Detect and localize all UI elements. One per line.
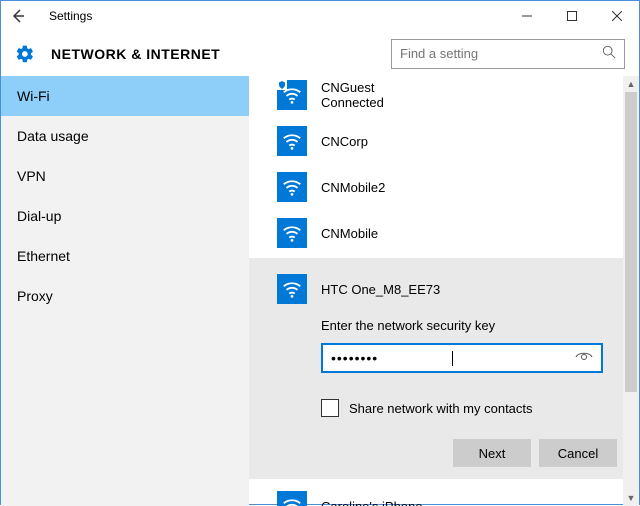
password-prompt: Enter the network security key (321, 318, 617, 333)
wifi-network-item[interactable]: CNCorp (277, 120, 629, 162)
wifi-network-item-selected[interactable]: HTC One_M8_EE73 (277, 268, 617, 310)
wifi-ssid-text: CNCorp (321, 134, 368, 149)
wifi-network-item[interactable]: CNMobile2 (277, 166, 629, 208)
wifi-network-item[interactable]: CNMobile (277, 212, 629, 254)
sidebar-item-label: Dial-up (17, 208, 61, 224)
wifi-signal-icon (277, 274, 307, 304)
settings-gear-icon (15, 44, 35, 64)
header: NETWORK & INTERNET (1, 31, 639, 76)
next-button[interactable]: Next (453, 439, 531, 467)
scrollbar-thumb[interactable] (625, 92, 637, 392)
minimize-icon (522, 11, 532, 21)
back-button[interactable] (1, 1, 35, 31)
wifi-network-item[interactable]: CNGuest Connected (277, 76, 629, 116)
reveal-password-icon[interactable] (575, 350, 593, 366)
secured-shield-icon (277, 80, 287, 90)
connect-panel: HTC One_M8_EE73 Enter the network securi… (249, 258, 629, 479)
main-panel: CNGuest Connected CNCorp CNMobile2 (249, 76, 639, 506)
wifi-ssid-text: CNMobile (321, 226, 378, 241)
share-checkbox-label: Share network with my contacts (349, 401, 533, 416)
minimize-button[interactable] (504, 1, 549, 31)
sidebar: Wi-Fi Data usage VPN Dial-up Ethernet Pr… (1, 76, 249, 506)
back-arrow-icon (10, 8, 26, 24)
wifi-ssid: CNGuest Connected (321, 80, 384, 110)
maximize-icon (567, 11, 577, 21)
wifi-signal-icon (277, 172, 307, 202)
wifi-status-text: Connected (321, 95, 384, 110)
sidebar-item-label: Ethernet (17, 248, 70, 264)
password-field[interactable]: •••••••• (321, 343, 603, 373)
sidebar-item-data-usage[interactable]: Data usage (1, 116, 249, 156)
sidebar-item-label: Proxy (17, 288, 53, 304)
sidebar-item-label: Data usage (17, 128, 89, 144)
scroll-down-arrow-icon[interactable]: ▼ (623, 490, 639, 506)
section-title: NETWORK & INTERNET (51, 46, 220, 62)
sidebar-item-label: Wi-Fi (17, 88, 50, 104)
search-icon (602, 45, 616, 62)
search-box[interactable] (391, 39, 625, 69)
sidebar-item-dialup[interactable]: Dial-up (1, 196, 249, 236)
maximize-button[interactable] (549, 1, 594, 31)
window-controls (504, 1, 639, 31)
wifi-signal-icon (277, 80, 307, 110)
sidebar-item-vpn[interactable]: VPN (1, 156, 249, 196)
wifi-signal-icon (277, 218, 307, 248)
close-icon (612, 11, 622, 21)
password-input[interactable]: •••••••• (331, 350, 454, 366)
cancel-button[interactable]: Cancel (539, 439, 617, 467)
sidebar-item-label: VPN (17, 168, 46, 184)
titlebar: Settings (1, 1, 639, 31)
wifi-ssid-text: CNMobile2 (321, 180, 385, 195)
share-checkbox[interactable] (321, 399, 339, 417)
wifi-ssid-text: CNGuest (321, 80, 384, 95)
search-input[interactable] (400, 46, 602, 61)
scrollbar[interactable]: ▲ ▼ (623, 76, 639, 506)
close-button[interactable] (594, 1, 639, 31)
wifi-signal-icon (277, 491, 307, 506)
sidebar-item-ethernet[interactable]: Ethernet (1, 236, 249, 276)
scroll-up-arrow-icon[interactable]: ▲ (623, 76, 639, 92)
wifi-network-item[interactable]: Caroline's iPhone (277, 485, 629, 506)
sidebar-item-wifi[interactable]: Wi-Fi (1, 76, 249, 116)
wifi-ssid-text: HTC One_M8_EE73 (321, 282, 440, 297)
sidebar-item-proxy[interactable]: Proxy (1, 276, 249, 316)
wifi-signal-icon (277, 126, 307, 156)
app-title: Settings (49, 9, 92, 23)
share-checkbox-row: Share network with my contacts (321, 399, 617, 417)
text-cursor (452, 351, 453, 366)
